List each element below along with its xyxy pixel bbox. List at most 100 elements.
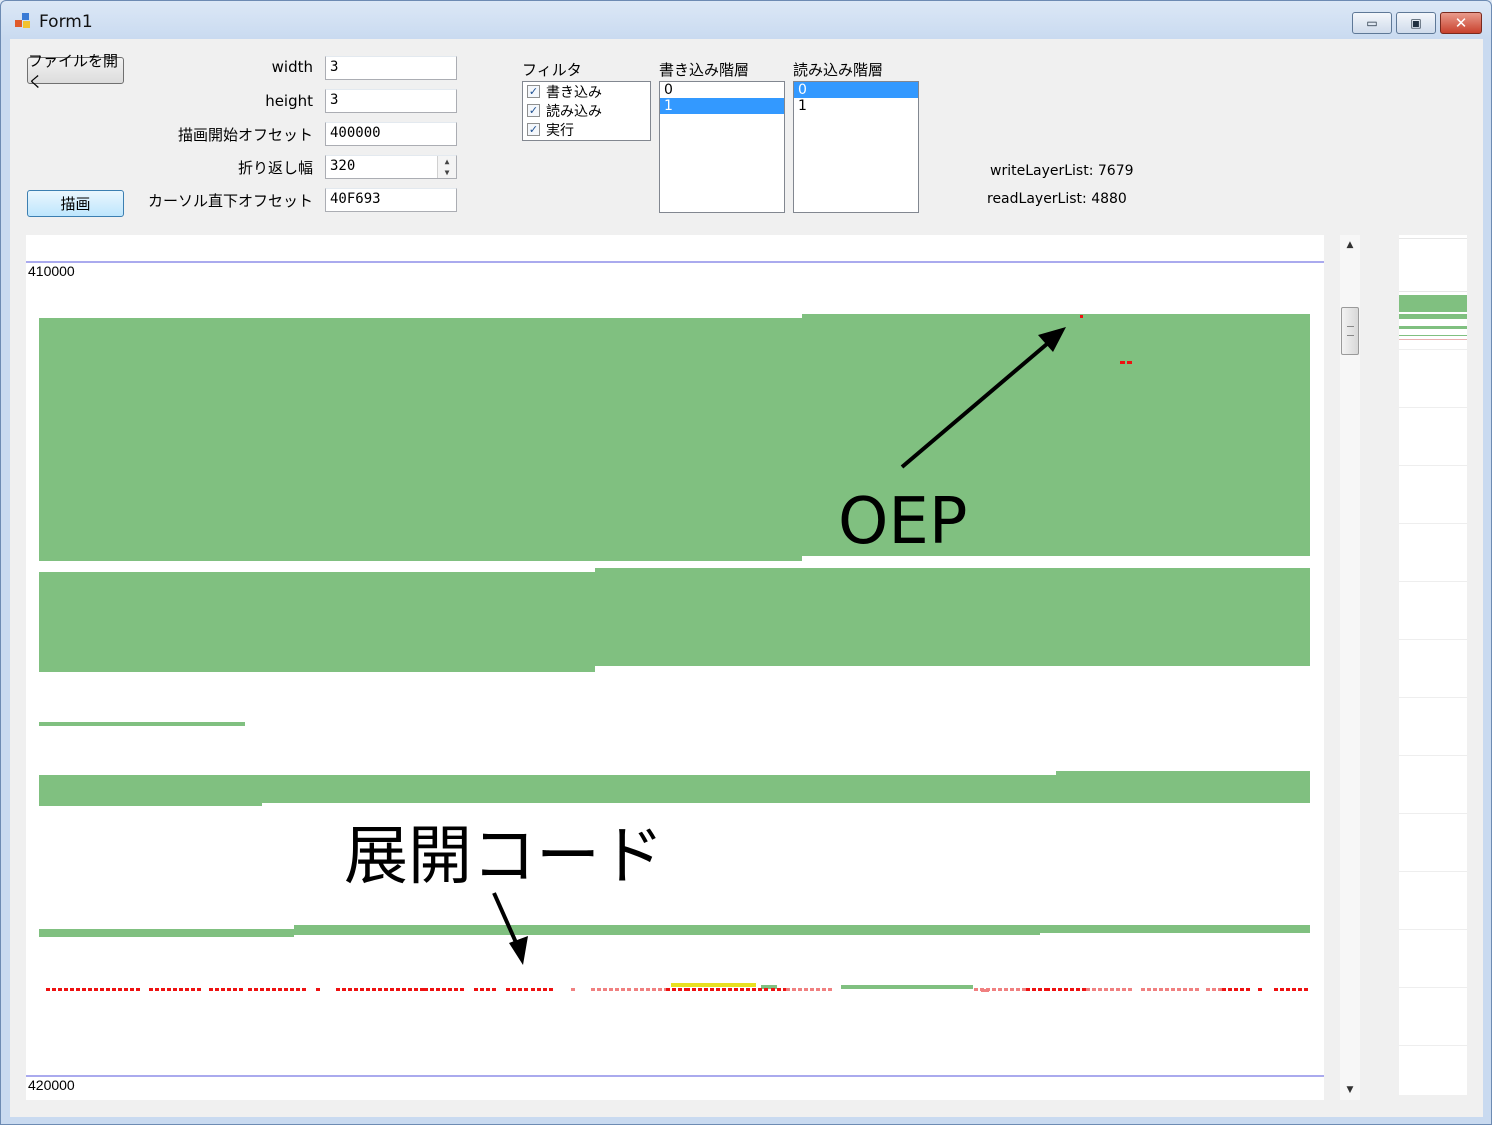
access-line	[39, 722, 245, 726]
write-mark	[94, 988, 98, 991]
write-mark	[512, 988, 516, 991]
checkbox-checked-icon[interactable]: ✓	[527, 85, 540, 98]
spin-down-icon[interactable]: ▼	[438, 167, 456, 178]
access-block	[39, 775, 262, 806]
write-mark	[185, 988, 189, 991]
spin-up-icon[interactable]: ▲	[438, 156, 456, 167]
filter-item-write[interactable]: ✓ 書き込み	[523, 82, 650, 101]
write-mark	[348, 988, 352, 991]
maximize-button[interactable]: ▣	[1396, 12, 1436, 34]
list-item[interactable]: 1	[794, 98, 918, 114]
write-mark	[1206, 988, 1210, 991]
minimap-gridline	[1399, 581, 1467, 582]
minimap-block	[1399, 314, 1467, 319]
wrap-width-stepper[interactable]: 320 ▲ ▼	[325, 155, 457, 179]
checkbox-checked-icon[interactable]: ✓	[527, 123, 540, 136]
write-mark	[460, 988, 464, 991]
write-mark	[1120, 361, 1125, 364]
write-mark	[1189, 988, 1193, 991]
access-line	[841, 985, 973, 989]
scroll-up-icon[interactable]: ▲	[1340, 235, 1360, 255]
write-mark	[1222, 988, 1226, 991]
write-mark	[764, 988, 768, 991]
write-mark	[149, 988, 153, 991]
write-mark	[1153, 988, 1157, 991]
write-mark	[740, 988, 744, 991]
write-mark	[591, 988, 595, 991]
write-mark	[1218, 988, 1222, 991]
window-title: Form1	[39, 12, 93, 32]
write-mark	[1058, 988, 1062, 991]
grip-icon	[1347, 326, 1354, 336]
write-mark	[173, 988, 177, 991]
overview-minimap[interactable]	[1399, 235, 1467, 1095]
minimap-gridline	[1399, 755, 1467, 756]
minimap-block	[1399, 326, 1467, 329]
write-mark	[442, 988, 446, 991]
write-layer-label: 書き込み階層	[659, 61, 750, 79]
write-mark	[1086, 988, 1090, 991]
access-line	[294, 925, 1040, 935]
write-mark	[746, 988, 750, 991]
write-mark	[46, 988, 50, 991]
write-mark	[822, 988, 826, 991]
write-mark	[1195, 988, 1199, 991]
write-mark	[1022, 988, 1026, 991]
write-mark	[549, 988, 553, 991]
scroll-down-icon[interactable]: ▼	[1340, 1080, 1360, 1100]
write-mark	[615, 988, 619, 991]
write-mark	[804, 988, 808, 991]
write-mark	[454, 988, 458, 991]
close-button[interactable]: ✕	[1440, 12, 1482, 34]
checkbox-checked-icon[interactable]: ✓	[527, 104, 540, 117]
filter-checklist[interactable]: ✓ 書き込み ✓ 読み込み ✓ 実行	[522, 81, 651, 141]
write-mark	[634, 988, 638, 991]
scroll-thumb[interactable]	[1341, 307, 1359, 355]
write-mark	[70, 988, 74, 991]
start-address-label: 410000	[28, 263, 75, 279]
write-mark	[1274, 988, 1278, 991]
minimize-button[interactable]: ▭	[1352, 12, 1392, 34]
write-mark	[106, 988, 110, 991]
access-line	[39, 929, 294, 937]
write-mark	[1159, 988, 1163, 991]
write-mark	[239, 988, 243, 991]
write-mark	[678, 988, 682, 991]
spin-buttons[interactable]: ▲ ▼	[437, 156, 456, 178]
height-input[interactable]: 3	[325, 89, 457, 113]
write-mark	[524, 988, 528, 991]
vertical-scrollbar[interactable]: ▲ ▼	[1340, 235, 1360, 1100]
read-mark	[671, 983, 756, 987]
write-mark	[828, 988, 832, 991]
open-file-button[interactable]: ファイルを開く	[27, 52, 124, 91]
read-layer-list[interactable]: 0 1	[793, 81, 919, 213]
draw-button[interactable]: 描画	[27, 190, 124, 217]
write-mark	[384, 988, 388, 991]
write-mark	[336, 988, 340, 991]
write-mark	[266, 988, 270, 991]
write-mark	[777, 988, 781, 991]
write-mark	[136, 988, 140, 991]
title-bar[interactable]: Form1 ▭ ▣ ✕	[1, 1, 1491, 39]
write-mark	[734, 988, 738, 991]
filter-item-read[interactable]: ✓ 読み込み	[523, 101, 650, 120]
write-mark	[396, 988, 400, 991]
write-mark	[998, 988, 1002, 991]
filter-item-execute[interactable]: ✓ 実行	[523, 120, 650, 139]
write-mark	[666, 988, 670, 991]
write-mark	[58, 988, 62, 991]
width-input[interactable]: 3	[325, 56, 457, 80]
write-mark	[118, 988, 122, 991]
list-item[interactable]: 0	[660, 82, 784, 98]
write-mark	[408, 988, 412, 991]
write-layer-list[interactable]: 0 1	[659, 81, 785, 213]
write-mark	[1127, 361, 1132, 364]
memory-map-canvas[interactable]: 410000 420000 OEP 展開コード	[26, 235, 1324, 1100]
write-mark	[627, 988, 631, 991]
write-mark	[233, 988, 237, 991]
cursor-offset-field[interactable]: 40F693	[325, 188, 457, 212]
read-layer-label: 読み込み階層	[793, 61, 884, 79]
list-item-selected[interactable]: 0	[794, 82, 918, 98]
list-item-selected[interactable]: 1	[660, 98, 784, 114]
draw-offset-input[interactable]: 400000	[325, 122, 457, 146]
